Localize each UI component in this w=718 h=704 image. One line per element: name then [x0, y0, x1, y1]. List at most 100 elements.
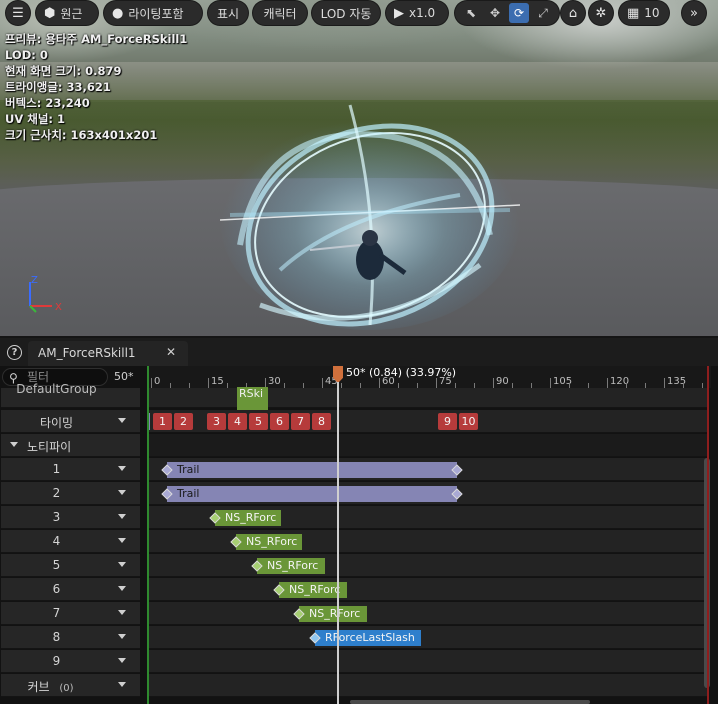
group-default[interactable]: DefaultGroup	[1, 382, 140, 408]
playhead-line	[337, 382, 339, 704]
timeline-end-marker	[707, 366, 709, 704]
scale-tool-icon[interactable]: ⤢	[533, 3, 553, 23]
notify-lane[interactable]	[147, 626, 707, 649]
axis-gizmo: Z X	[29, 275, 62, 313]
perspective-button[interactable]: ⬢ 원근	[36, 1, 98, 25]
grid-button[interactable]: ▦ 10	[619, 1, 669, 25]
notify-state-bar[interactable]: NS_RForc	[215, 510, 281, 526]
timing-marker[interactable]: 1	[153, 413, 172, 430]
timing-marker[interactable]: 5	[249, 413, 268, 430]
chevron-down-icon[interactable]	[118, 562, 126, 567]
transform-tools: ⬉ ✥ ⟳ ⤢	[455, 1, 559, 25]
camera-icon: ⌂	[568, 5, 578, 21]
select-tool-icon[interactable]: ⬉	[461, 3, 481, 23]
track-timing[interactable]: 타이밍	[1, 410, 140, 433]
more-options-button[interactable]: »	[682, 1, 706, 25]
ruler-tick-label: 90	[496, 376, 509, 387]
notify-lane[interactable]	[147, 554, 707, 577]
notify-track-5[interactable]: 5	[1, 554, 140, 577]
notify-track-label: 3	[52, 510, 61, 524]
notify-track-8[interactable]: 8	[1, 626, 140, 649]
notify-track-label: 2	[52, 486, 61, 500]
notify-track-2[interactable]: 2	[1, 482, 140, 505]
character-button[interactable]: 캐릭터	[253, 1, 307, 25]
notify-track-label: 6	[52, 582, 61, 596]
timing-marker[interactable]: 9	[438, 413, 457, 430]
current-frame-field[interactable]: 50*	[114, 370, 134, 383]
stat-vertices: 버텍스: 23,240	[5, 96, 90, 110]
move-tool-icon[interactable]: ✥	[485, 3, 505, 23]
lighting-button[interactable]: ● 라이팅포함	[104, 1, 202, 25]
notify-state-bar[interactable]: NS_RForc	[236, 534, 302, 550]
playhead-readout: 50* (0.84) (33.97%)	[346, 366, 457, 379]
chevron-down-icon[interactable]	[118, 490, 126, 495]
tab-title: AM_ForceRSkill1	[38, 346, 136, 360]
play-icon: ▶	[394, 5, 404, 21]
stat-approx-size: 크기 근사치: 163x401x201	[5, 128, 158, 142]
tab-montage[interactable]: AM_ForceRSkill1 ✕	[28, 341, 188, 366]
notify-track-7[interactable]: 7	[1, 602, 140, 625]
horizontal-scrollbar[interactable]	[350, 700, 590, 704]
timing-marker[interactable]: 4	[228, 413, 247, 430]
chevron-down-icon[interactable]	[118, 586, 126, 591]
notify-state-bar[interactable]: Trail	[167, 486, 457, 502]
ruler-tick-label: 0	[154, 376, 161, 387]
notify-state-bar[interactable]: NS_RForc	[257, 558, 325, 574]
group-default-label: DefaultGroup	[16, 382, 97, 396]
notify-lane[interactable]	[147, 578, 707, 601]
chevron-down-icon[interactable]	[118, 538, 126, 543]
notify-state-bar[interactable]: NS_RForc	[299, 606, 367, 622]
playback-speed-button[interactable]: ▶ x1.0	[386, 1, 448, 25]
timing-marker[interactable]: 6	[270, 413, 289, 430]
rotate-tool-icon[interactable]: ⟳	[509, 3, 529, 23]
notify-state-bar[interactable]: Trail	[167, 462, 457, 478]
chevron-down-icon[interactable]	[118, 682, 126, 687]
timing-marker[interactable]: 10	[459, 413, 478, 430]
notify-track-4[interactable]: 4	[1, 530, 140, 553]
viewport-menu-button[interactable]: ☰	[6, 1, 30, 25]
chevron-down-icon[interactable]	[118, 466, 126, 471]
camera-button[interactable]: ⌂	[561, 1, 585, 25]
timing-marker[interactable]: 7	[291, 413, 310, 430]
lane-curves[interactable]	[147, 674, 707, 697]
grid-icon: ▦	[627, 5, 640, 21]
notify-lane[interactable]	[147, 602, 707, 625]
snap-button[interactable]: ✲	[589, 1, 613, 25]
timing-marker[interactable]: 2	[174, 413, 193, 430]
chevron-down-icon[interactable]	[118, 514, 126, 519]
timing-marker[interactable]: 3	[207, 413, 226, 430]
montage-timeline: ⚲ 50* 0153045607590105120135 50* (0.84) …	[0, 366, 718, 704]
lane-default-group[interactable]	[147, 388, 707, 408]
close-icon[interactable]: ✕	[166, 345, 176, 359]
track-curves[interactable]: 커브 (0)	[1, 674, 140, 697]
notify-track-9[interactable]: 9	[1, 650, 140, 673]
chevron-down-icon[interactable]	[118, 610, 126, 615]
lane-timing[interactable]: 1 2 3 4 5 6 7 8 9 10	[147, 410, 707, 433]
notify-state-bar[interactable]: RForceLastSlash	[315, 630, 421, 646]
notify-track-label: 9	[52, 654, 61, 668]
track-notifies[interactable]: 노티파이	[1, 434, 140, 457]
chevron-double-right-icon: »	[690, 5, 698, 21]
notify-track-6[interactable]: 6	[1, 578, 140, 601]
stat-uv-channels: UV 채널: 1	[5, 112, 66, 126]
track-notifies-label: 노티파이	[27, 440, 72, 454]
animation-montage-editor: ☰ ⬢ 원근 ● 라이팅포함 표시 캐릭터 LOD 자동 ▶ x1.0 ⬉ ✥ ⟳ ⤢…	[0, 0, 718, 704]
lod-button[interactable]: LOD 자동	[312, 1, 380, 25]
hamburger-icon: ☰	[12, 5, 24, 21]
notify-track-1[interactable]: 1	[1, 458, 140, 481]
preview-viewport[interactable]: ☰ ⬢ 원근 ● 라이팅포함 표시 캐릭터 LOD 자동 ▶ x1.0 ⬉ ✥ ⟳ ⤢…	[0, 0, 718, 336]
help-icon[interactable]: ?	[7, 345, 22, 360]
collapse-arrow-icon[interactable]	[10, 442, 18, 447]
timing-marker[interactable]: 8	[312, 413, 331, 430]
chevron-down-icon[interactable]	[118, 634, 126, 639]
show-button[interactable]: 표시	[208, 1, 248, 25]
chevron-down-icon[interactable]	[118, 418, 126, 423]
montage-section-rski[interactable]: RSki	[237, 387, 268, 411]
notify-lane[interactable]	[147, 650, 707, 673]
stat-preview: 프리뷰: 용타주 AM_ForceRSkill1	[5, 32, 188, 46]
chevron-down-icon[interactable]	[118, 658, 126, 663]
stat-triangles: 트라이앵글: 33,621	[5, 80, 111, 94]
ruler-tick-label: 30	[268, 376, 281, 387]
notify-track-label: 4	[52, 534, 61, 548]
notify-track-3[interactable]: 3	[1, 506, 140, 529]
